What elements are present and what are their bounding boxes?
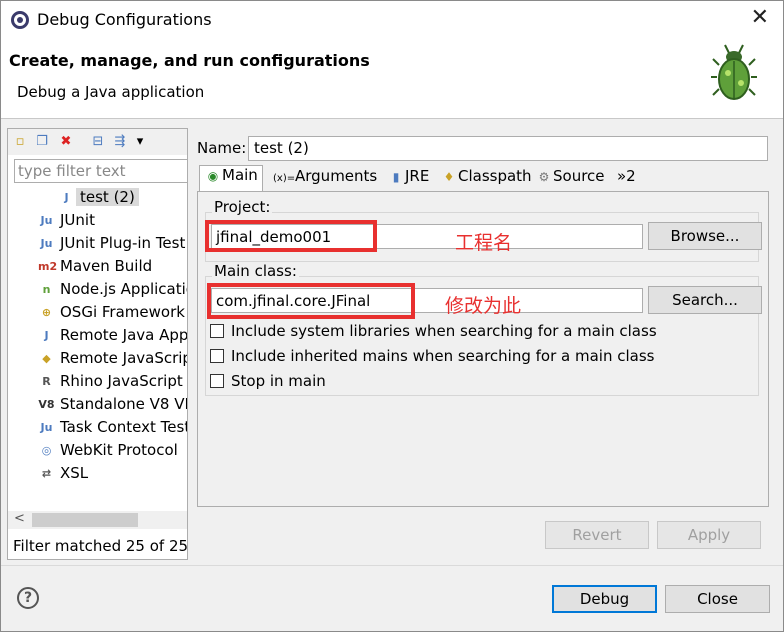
scroll-left-icon[interactable]: < [14, 511, 25, 526]
header-subtitle: Debug a Java application [17, 83, 205, 101]
name-label: Name: [197, 139, 247, 157]
footer-separator [1, 565, 783, 566]
debug-button[interactable]: Debug [552, 585, 657, 613]
checkbox-box[interactable] [210, 349, 224, 363]
filter-icon[interactable]: ⇶ [112, 134, 128, 150]
jre-tab-icon: ▮ [392, 170, 400, 184]
tree-item-label: WebKit Protocol [60, 441, 178, 459]
horizontal-scrollbar[interactable]: < [8, 511, 187, 529]
tree-item-label: Node.js Application [60, 280, 187, 298]
tree-item-label: Remote JavaScript [60, 349, 187, 367]
launch-type-icon: ◆ [42, 352, 51, 365]
launch-config-tree-pane: ▫ ❐ ✖ ⊟ ⇶ ▾ type filter text Jtest (2) Ju… [7, 128, 188, 560]
tab-classpath-label: Classpath [458, 167, 532, 185]
tab-arguments-label: Arguments [295, 167, 378, 185]
tab-main[interactable]: ◉ Main [199, 165, 263, 192]
config-tabs: ◉ Main (x)=Arguments ▮ JRE ♦ Classpath ⚙ Sou… [197, 165, 769, 192]
duplicate-icon[interactable]: ❐ [34, 134, 50, 150]
main-class-annotation-box [207, 283, 415, 319]
revert-button[interactable]: Revert [545, 521, 649, 549]
left-toolbar: ▫ ❐ ✖ ⊟ ⇶ ▾ [8, 129, 187, 155]
tree-item-label: Standalone V8 VM [60, 395, 187, 413]
scrollbar-thumb[interactable] [32, 513, 138, 527]
tab-jre[interactable]: ▮ JRE [387, 167, 430, 191]
launch-config-tree: Jtest (2) Ju JUnit Ju JUnit Plug-in Test m2 Ma… [8, 187, 187, 509]
eclipse-icon [11, 11, 29, 29]
launch-type-icon: R [42, 375, 51, 388]
launch-type-icon: Ju [40, 214, 53, 227]
help-icon[interactable]: ? [17, 587, 39, 609]
tab-classpath[interactable]: ♦ Classpath [440, 167, 532, 191]
launch-type-icon: m2 [38, 260, 58, 273]
config-name-input[interactable]: test (2) [248, 136, 768, 161]
tab-overflow[interactable]: »2 [617, 167, 636, 191]
launch-type-icon: n [42, 283, 51, 296]
browse-button[interactable]: Browse... [648, 222, 762, 250]
close-button[interactable]: Close [665, 585, 770, 613]
tree-item-label: JUnit Plug-in Test [60, 234, 186, 252]
checkbox-label: Include system libraries when searching … [231, 322, 657, 340]
view-menu-icon[interactable]: ▾ [132, 134, 148, 150]
launch-type-icon: V8 [38, 398, 55, 411]
main-class-annotation-text: 修改为此 [445, 295, 522, 317]
tree-item-label: XSL [60, 464, 89, 482]
new-launch-config-icon[interactable]: ▫ [12, 134, 28, 150]
project-annotation-box [205, 220, 377, 252]
tree-item-label: Rhino JavaScript [60, 372, 183, 390]
dialog-header: Create, manage, and run configurations D… [1, 39, 783, 119]
project-annotation-text: 工程名 [455, 232, 513, 254]
search-button[interactable]: Search... [648, 286, 762, 314]
checkbox-label: Stop in main [231, 372, 326, 390]
main-class-label: Main class: [212, 262, 299, 280]
debug-configurations-dialog: Debug Configurations ✕ Create, manage, a… [0, 0, 784, 632]
launch-type-icon: ⊕ [41, 306, 52, 319]
launch-type-icon: J [44, 329, 49, 342]
tree-item-label: Remote Java Application [60, 326, 187, 344]
debug-bug-icon [711, 44, 757, 100]
tab-jre-label: JRE [405, 167, 430, 185]
classpath-tab-icon: ♦ [443, 170, 455, 184]
main-tab-icon: ◉ [207, 169, 219, 183]
tab-source-label: Source [553, 167, 605, 185]
arguments-tab-icon: (x)= [273, 173, 296, 184]
tab-source[interactable]: ⚙ Source [535, 167, 605, 191]
launch-type-icon: Ju [40, 237, 53, 250]
checkbox-box[interactable] [210, 374, 224, 388]
tree-item-label: OSGi Framework [60, 303, 185, 321]
launch-type-icon: ◎ [41, 444, 52, 457]
close-window-icon[interactable]: ✕ [751, 5, 769, 30]
tab-main-label: Main [222, 166, 258, 184]
window-title: Debug Configurations [37, 10, 212, 29]
launch-type-icon: ⇄ [41, 467, 52, 480]
filter-status: Filter matched 25 of 25 items [13, 537, 187, 555]
tab-overflow-label: »2 [617, 167, 636, 185]
launch-type-icon: Ju [40, 421, 53, 434]
collapse-all-icon[interactable]: ⊟ [90, 134, 106, 150]
filter-input[interactable]: type filter text [14, 159, 188, 183]
launch-type-icon: J [64, 191, 69, 204]
source-tab-icon: ⚙ [538, 170, 550, 184]
apply-button[interactable]: Apply [657, 521, 761, 549]
tab-arguments[interactable]: (x)=Arguments [273, 167, 377, 191]
tree-item-label: Maven Build [60, 257, 153, 275]
checkbox-label: Include inherited mains when searching f… [231, 347, 655, 365]
project-label: Project: [212, 198, 273, 216]
checkbox-box[interactable] [210, 324, 224, 338]
delete-icon[interactable]: ✖ [58, 134, 74, 150]
title-bar: Debug Configurations ✕ [1, 1, 783, 39]
header-title: Create, manage, and run configurations [9, 51, 370, 70]
tree-item-label: Task Context Test [60, 418, 187, 436]
tree-item-label: JUnit [60, 211, 95, 229]
tree-item-label: test (2) [76, 188, 139, 206]
